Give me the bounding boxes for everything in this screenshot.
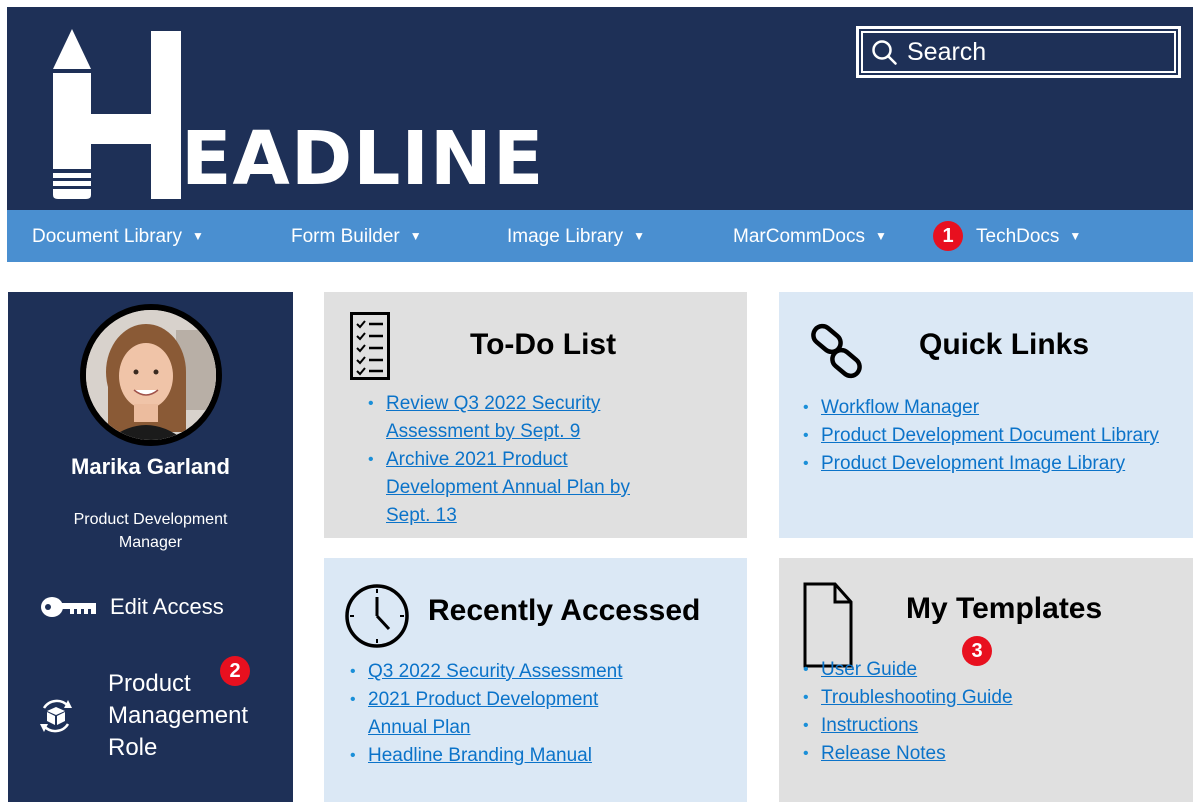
nav-item-image-library[interactable]: Image Library ▼ — [507, 210, 645, 262]
headline-logo[interactable]: EADLINE — [51, 29, 543, 204]
quick-link[interactable]: Product Development Document Library — [821, 425, 1159, 446]
key-icon — [41, 597, 96, 617]
quick-link[interactable]: Product Development Image Library — [821, 453, 1125, 474]
list-item: Headline Branding Manual — [346, 742, 726, 770]
chain-link-icon — [811, 323, 862, 379]
caret-down-icon: ▼ — [409, 229, 422, 243]
quick-links-card: Quick Links Workflow Manager Product Dev… — [779, 292, 1193, 538]
checklist-icon — [350, 312, 390, 380]
callout-badge-2: 2 — [220, 656, 250, 686]
template-link[interactable]: Instructions — [821, 715, 918, 736]
list-item: Product Development Image Library — [799, 450, 1179, 478]
template-link[interactable]: Release Notes — [821, 743, 946, 764]
recent-link[interactable]: 2021 Product Development Annual Plan — [368, 689, 598, 738]
list-item: Workflow Manager — [799, 394, 1179, 422]
nav-item-label: MarCommDocs — [733, 226, 865, 247]
clock-icon — [345, 584, 409, 648]
edit-access-label: Edit Access — [110, 594, 224, 619]
recently-accessed-card: Recently Accessed Q3 2022 Security Asses… — [324, 558, 747, 802]
list-item: 2021 Product Development Annual Plan — [346, 686, 656, 742]
template-link[interactable]: User Guide — [821, 659, 917, 680]
quick-links-list: Workflow Manager Product Development Doc… — [799, 394, 1179, 478]
profile-role: Product Development Manager — [73, 511, 228, 551]
recent-link[interactable]: Headline Branding Manual — [368, 745, 592, 766]
list-item: Troubleshooting Guide — [799, 684, 1179, 712]
header: EADLINE Search — [7, 7, 1193, 210]
main-nav: Document Library ▼ Form Builder ▼ Image Li… — [7, 210, 1193, 262]
list-item: Review Q3 2022 Security Assessment by Se… — [364, 390, 674, 446]
recently-accessed-list: Q3 2022 Security Assessment 2021 Product… — [346, 658, 726, 770]
todo-link[interactable]: Archive 2021 Product Development Annual … — [386, 449, 630, 526]
nav-item-document-library[interactable]: Document Library ▼ — [32, 210, 204, 262]
nav-item-form-builder[interactable]: Form Builder ▼ — [291, 210, 422, 262]
callout-badge-1: 1 — [933, 221, 963, 251]
nav-item-marcommdocs[interactable]: MarCommDocs ▼ — [733, 210, 887, 262]
my-templates-list: User Guide Troubleshooting Guide Instruc… — [799, 656, 1179, 768]
avatar — [80, 304, 222, 446]
quick-link[interactable]: Workflow Manager — [821, 397, 979, 418]
profile-sidebar: Marika Garland Product Development Manag… — [8, 292, 293, 802]
avatar-photo — [86, 310, 216, 440]
box-cycle-icon — [40, 699, 72, 733]
pencil-logo-icon — [53, 29, 181, 199]
list-item: Archive 2021 Product Development Annual … — [364, 446, 674, 530]
caret-down-icon: ▼ — [633, 229, 646, 243]
nav-item-label: Image Library — [507, 226, 624, 247]
todo-list: Review Q3 2022 Security Assessment by Se… — [364, 390, 674, 530]
list-item: Release Notes — [799, 740, 1179, 768]
caret-down-icon: ▼ — [1069, 229, 1082, 243]
nav-item-label: Document Library — [32, 226, 182, 247]
list-item: Instructions — [799, 712, 1179, 740]
caret-down-icon: ▼ — [874, 229, 887, 243]
template-link[interactable]: Troubleshooting Guide — [821, 687, 1013, 708]
list-item: User Guide — [799, 656, 1179, 684]
todo-link[interactable]: Review Q3 2022 Security Assessment by Se… — [386, 393, 600, 442]
search-icon — [872, 40, 897, 65]
nav-item-techdocs[interactable]: TechDocs ▼ — [976, 210, 1081, 262]
quick-links-title: Quick Links — [919, 328, 1090, 361]
role-label: Product Management Role — [108, 670, 249, 761]
my-templates-card: My Templates 3 User Guide Troubleshootin… — [779, 558, 1193, 802]
list-item: Q3 2022 Security Assessment — [346, 658, 726, 686]
profile-name: Marika Garland — [71, 454, 230, 479]
list-item: Product Development Document Library — [799, 422, 1179, 450]
search-box[interactable]: Search — [856, 26, 1181, 78]
recently-accessed-title: Recently Accessed — [428, 594, 701, 627]
nav-item-label: Form Builder — [291, 226, 400, 247]
edit-access-link[interactable]: Edit Access — [40, 594, 224, 620]
recent-link[interactable]: Q3 2022 Security Assessment — [368, 661, 623, 682]
nav-item-label: TechDocs — [976, 226, 1060, 247]
my-templates-title: My Templates — [906, 592, 1103, 625]
logo-wordmark: EADLINE — [181, 116, 545, 202]
caret-down-icon: ▼ — [191, 229, 204, 243]
todo-title: To-Do List — [470, 328, 617, 361]
todo-card: To-Do List Review Q3 2022 Security Asses… — [324, 292, 747, 538]
search-label: Search — [907, 37, 987, 66]
